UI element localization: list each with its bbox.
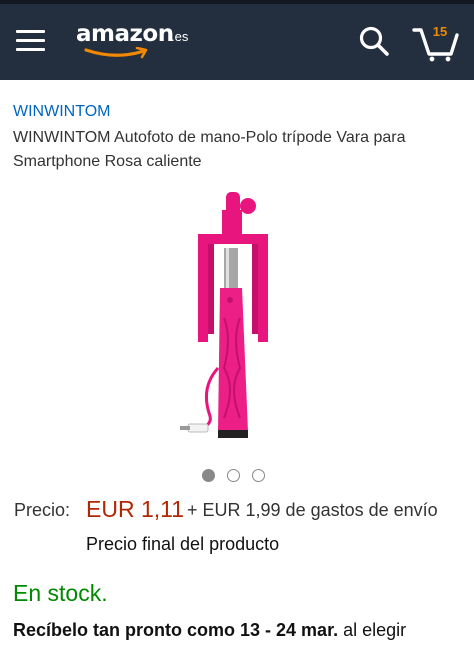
image-carousel-dots — [200, 469, 280, 485]
carousel-dot-3[interactable] — [252, 469, 265, 482]
price-value: EUR 1,11 — [86, 496, 185, 522]
delivery-date: Recíbelo tan pronto como 13 - 24 mar. — [13, 620, 339, 640]
smile-arrow-icon — [84, 47, 148, 59]
cart-button[interactable]: 15 — [410, 20, 460, 62]
brand-link[interactable]: WINWINTOM — [13, 103, 110, 121]
amazon-logo[interactable]: amazon .es — [76, 21, 196, 61]
top-nav-bar: amazon .es 15 — [0, 0, 474, 80]
shipping-cost: + EUR 1,99 de gastos de envío — [187, 500, 438, 520]
stock-status: En stock. — [13, 580, 108, 606]
price-label: Precio: — [14, 500, 71, 520]
carousel-dot-1[interactable] — [202, 469, 215, 482]
status-strip — [0, 0, 474, 4]
delivery-rest: al elegir — [338, 620, 407, 640]
logo-wordmark: amazon — [76, 21, 174, 47]
search-icon — [359, 26, 389, 56]
cart-count-badge: 15 — [432, 24, 448, 39]
final-price-note: Precio final del producto — [86, 534, 280, 554]
product-title: WINWINTOM Autofoto de mano-Polo trípode … — [13, 129, 406, 170]
product-image[interactable] — [170, 188, 290, 446]
logo-domain: .es — [171, 29, 189, 44]
delivery-estimate: Recíbelo tan pronto como 13 - 24 mar. al… — [13, 620, 406, 641]
hamburger-icon-line — [16, 30, 45, 33]
hamburger-icon-line — [16, 39, 45, 42]
carousel-dot-2[interactable] — [227, 469, 240, 482]
hamburger-icon-line — [16, 48, 45, 51]
search-button[interactable] — [358, 25, 390, 57]
menu-button[interactable] — [16, 28, 46, 52]
